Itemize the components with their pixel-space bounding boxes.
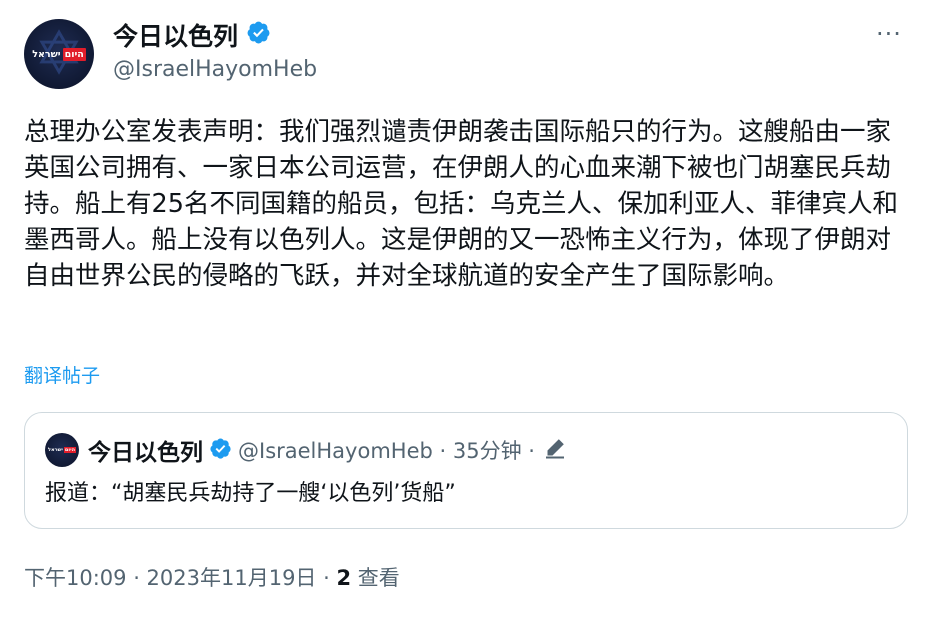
quote-text: 报道：“胡塞民兵劫持了一艘‘以色列’货船” [45,481,456,506]
avatar-logo: ישראל היום [31,46,87,62]
tweet-text: 总理办公室发表声明：我们强烈谴责伊朗袭击国际船只的行为。这艘船由一家英国公司拥有… [24,117,898,291]
author-name[interactable]: 今日以色列 [113,21,238,53]
tweet-meta: 下午10:09 · 2023年11月19日 · 2 查看 [24,562,400,594]
verified-badge-icon [246,20,271,53]
edit-pencil-icon [543,436,567,464]
views-count: 2 [336,566,352,590]
quoted-tweet-card[interactable]: ישראל היום 今日以色列 @IsraelHayomHeb · 35分钟 … [24,412,908,529]
scrollbar[interactable] [941,0,951,620]
avatar-logo-white: ישראל [32,48,61,60]
quote-author-name: 今日以色列 [88,440,203,466]
quote-header: 今日以色列 @IsraelHayomHeb · 35分钟 · [88,433,567,467]
author-handle[interactable]: @IsraelHayomHeb [113,55,317,85]
views-label: 查看 [351,566,400,590]
quote-avatar-logo-white: ישראל [47,447,63,453]
quote-verified-badge-icon [209,437,232,464]
quote-meta: @IsraelHayomHeb · 35分钟 · [238,439,535,463]
tweet-timestamp[interactable]: 下午10:09 · 2023年11月19日 · [24,566,336,590]
translate-post-link[interactable]: 翻译帖子 [24,363,100,389]
avatar-logo-red: היום [62,47,86,61]
quote-avatar-logo: ישראל היום [47,445,77,455]
quote-author-avatar: ישראל היום [45,433,79,467]
quote-avatar-logo-red: היום [63,447,77,453]
more-options-icon[interactable]: ··· [876,22,902,46]
author-avatar[interactable]: ✡ ישראל היום [24,19,94,89]
author-name-row[interactable]: 今日以色列 [113,20,271,53]
